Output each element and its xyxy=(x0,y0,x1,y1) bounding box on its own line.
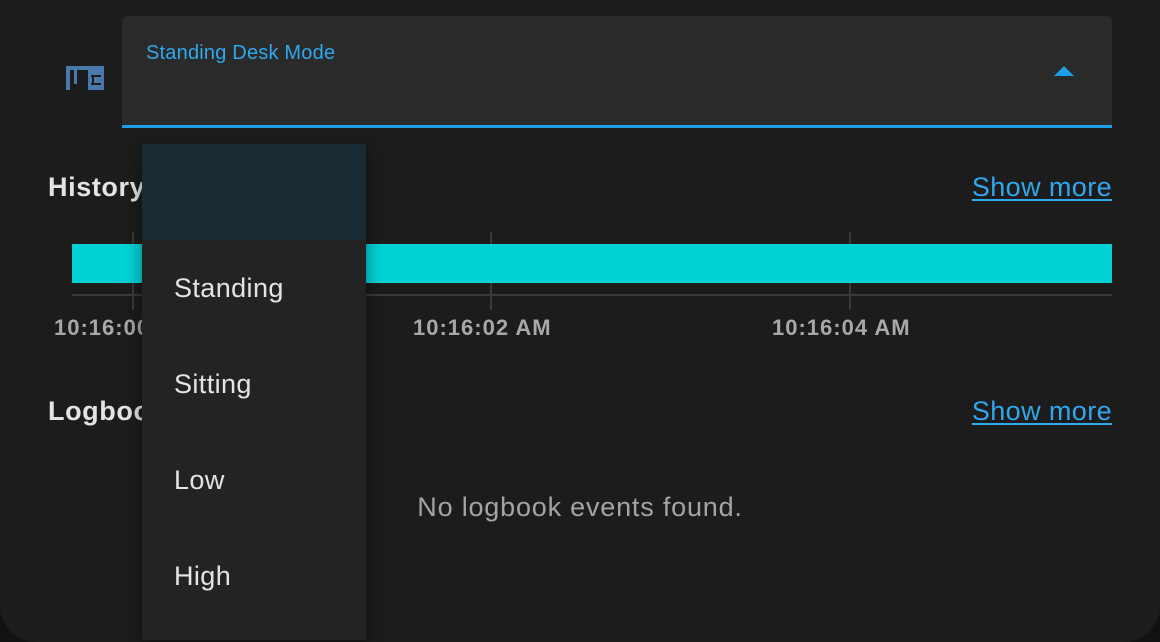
dropdown-option-low[interactable]: Low xyxy=(142,432,366,528)
more-info-card: Standing Desk Mode History Show more 10:… xyxy=(0,0,1160,642)
chevron-up-icon[interactable] xyxy=(1054,66,1074,76)
timeline-tick-label: 10:16:02 AM xyxy=(413,315,552,340)
dropdown-option-sitting[interactable]: Sitting xyxy=(142,336,366,432)
timeline-tick-label: 10:16:04 AM xyxy=(772,315,911,340)
dropdown-option-high[interactable]: High xyxy=(142,528,366,624)
dropdown-option-empty[interactable] xyxy=(142,144,366,240)
history-title: History xyxy=(48,172,146,202)
desk-icon xyxy=(60,56,110,104)
history-show-more-link[interactable]: Show more xyxy=(972,172,1112,203)
select-label: Standing Desk Mode xyxy=(146,42,336,64)
logbook-show-more-link[interactable]: Show more xyxy=(972,396,1112,427)
mode-dropdown-menu: Standing Sitting Low High xyxy=(142,144,366,640)
standing-desk-mode-select[interactable]: Standing Desk Mode xyxy=(122,16,1112,128)
dropdown-option-standing[interactable]: Standing xyxy=(142,240,366,336)
